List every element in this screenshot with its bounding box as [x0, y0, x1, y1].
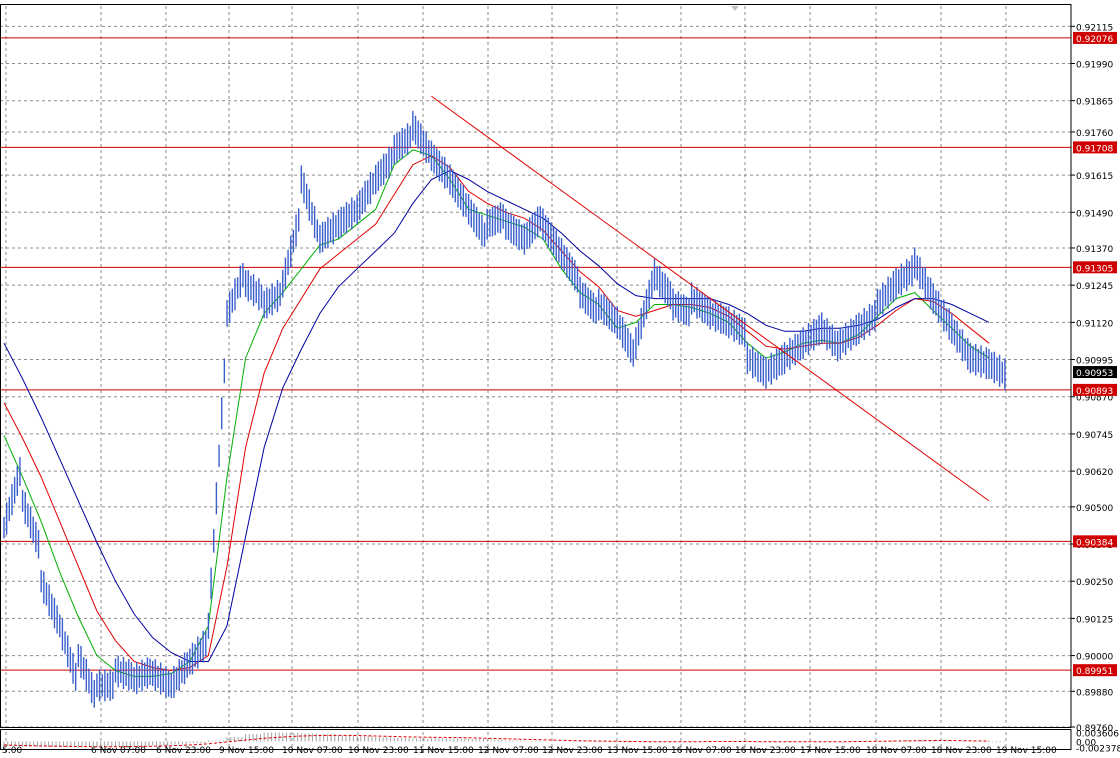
level-label: 0.92076 — [1076, 35, 1113, 45]
chart-canvas[interactable]: 0.92115 0.91990 0.91865 0.91760 0.91615 0.914… — [0, 0, 1120, 756]
x-tick-label: 16 Nov 23:00 — [735, 746, 796, 754]
chart-container[interactable]: 0.92115 0.91990 0.91865 0.91760 0.91615 0.914… — [0, 0, 1120, 756]
level-label: 0.91305 — [1076, 264, 1113, 274]
y-tick-label: 0.91370 — [1076, 245, 1113, 255]
x-tick-label: 5:00 — [2, 746, 22, 754]
y-tick-label: 0.90500 — [1076, 504, 1113, 514]
y-tick-label: 0.91760 — [1076, 129, 1113, 139]
y-tick-label: 0.90250 — [1076, 578, 1113, 588]
x-tick-label: 10 Nov 07:00 — [282, 746, 343, 754]
y-tick-label: 0.91615 — [1076, 172, 1113, 182]
x-tick-label: 13 Nov 15:00 — [607, 746, 668, 754]
y-tick-label: 0.92115 — [1076, 23, 1113, 33]
x-tick-label: 19 Nov 15:00 — [996, 746, 1057, 754]
level-label: 0.89951 — [1076, 667, 1113, 677]
x-tick-label: 18 Nov 23:00 — [931, 746, 992, 754]
y-tick-label: 0.90620 — [1076, 468, 1113, 478]
level-label: 0.91708 — [1076, 144, 1113, 154]
sub-y-tick-label: -0.002378 — [1076, 744, 1120, 754]
x-tick-label: 10 Nov 23:00 — [348, 746, 409, 754]
price-bar-group — [96, 669, 114, 702]
y-tick-label: 0.91865 — [1076, 98, 1113, 108]
price-bar-group — [133, 657, 151, 695]
y-tick-label: 0.91990 — [1076, 61, 1113, 71]
x-tick-label: 16 Nov 07:00 — [671, 746, 732, 754]
x-tick-label: 12 Nov 07:00 — [478, 746, 539, 754]
price-bar-group — [114, 655, 133, 691]
x-tick-label: 18 Nov 07:00 — [866, 746, 927, 754]
level-label: 0.90893 — [1076, 387, 1113, 397]
level-label: 0.90384 — [1076, 538, 1113, 548]
x-tick-label: 6 Nov 23:00 — [156, 746, 211, 754]
y-tick-label: 0.90125 — [1076, 615, 1113, 625]
y-tick-label: 0.90000 — [1076, 653, 1113, 663]
x-tick-label: 12 Nov 23:00 — [542, 746, 603, 754]
current-price-label: 0.90953 — [1076, 369, 1113, 379]
x-tick-label: 9 Nov 15:00 — [219, 746, 274, 754]
y-tick-label: 0.91490 — [1076, 209, 1113, 219]
y-tick-label: 0.90745 — [1076, 431, 1113, 441]
x-tick-label: 11 Nov 15:00 — [413, 746, 474, 754]
y-tick-label: 0.91245 — [1076, 282, 1113, 292]
x-tick-label: 17 Nov 15:00 — [800, 746, 861, 754]
y-tick-label: 0.91120 — [1076, 319, 1113, 329]
y-tick-label: 0.90995 — [1076, 357, 1113, 367]
x-tick-label: 6 Nov 07:00 — [91, 746, 146, 754]
y-tick-label: 0.89880 — [1076, 688, 1113, 698]
